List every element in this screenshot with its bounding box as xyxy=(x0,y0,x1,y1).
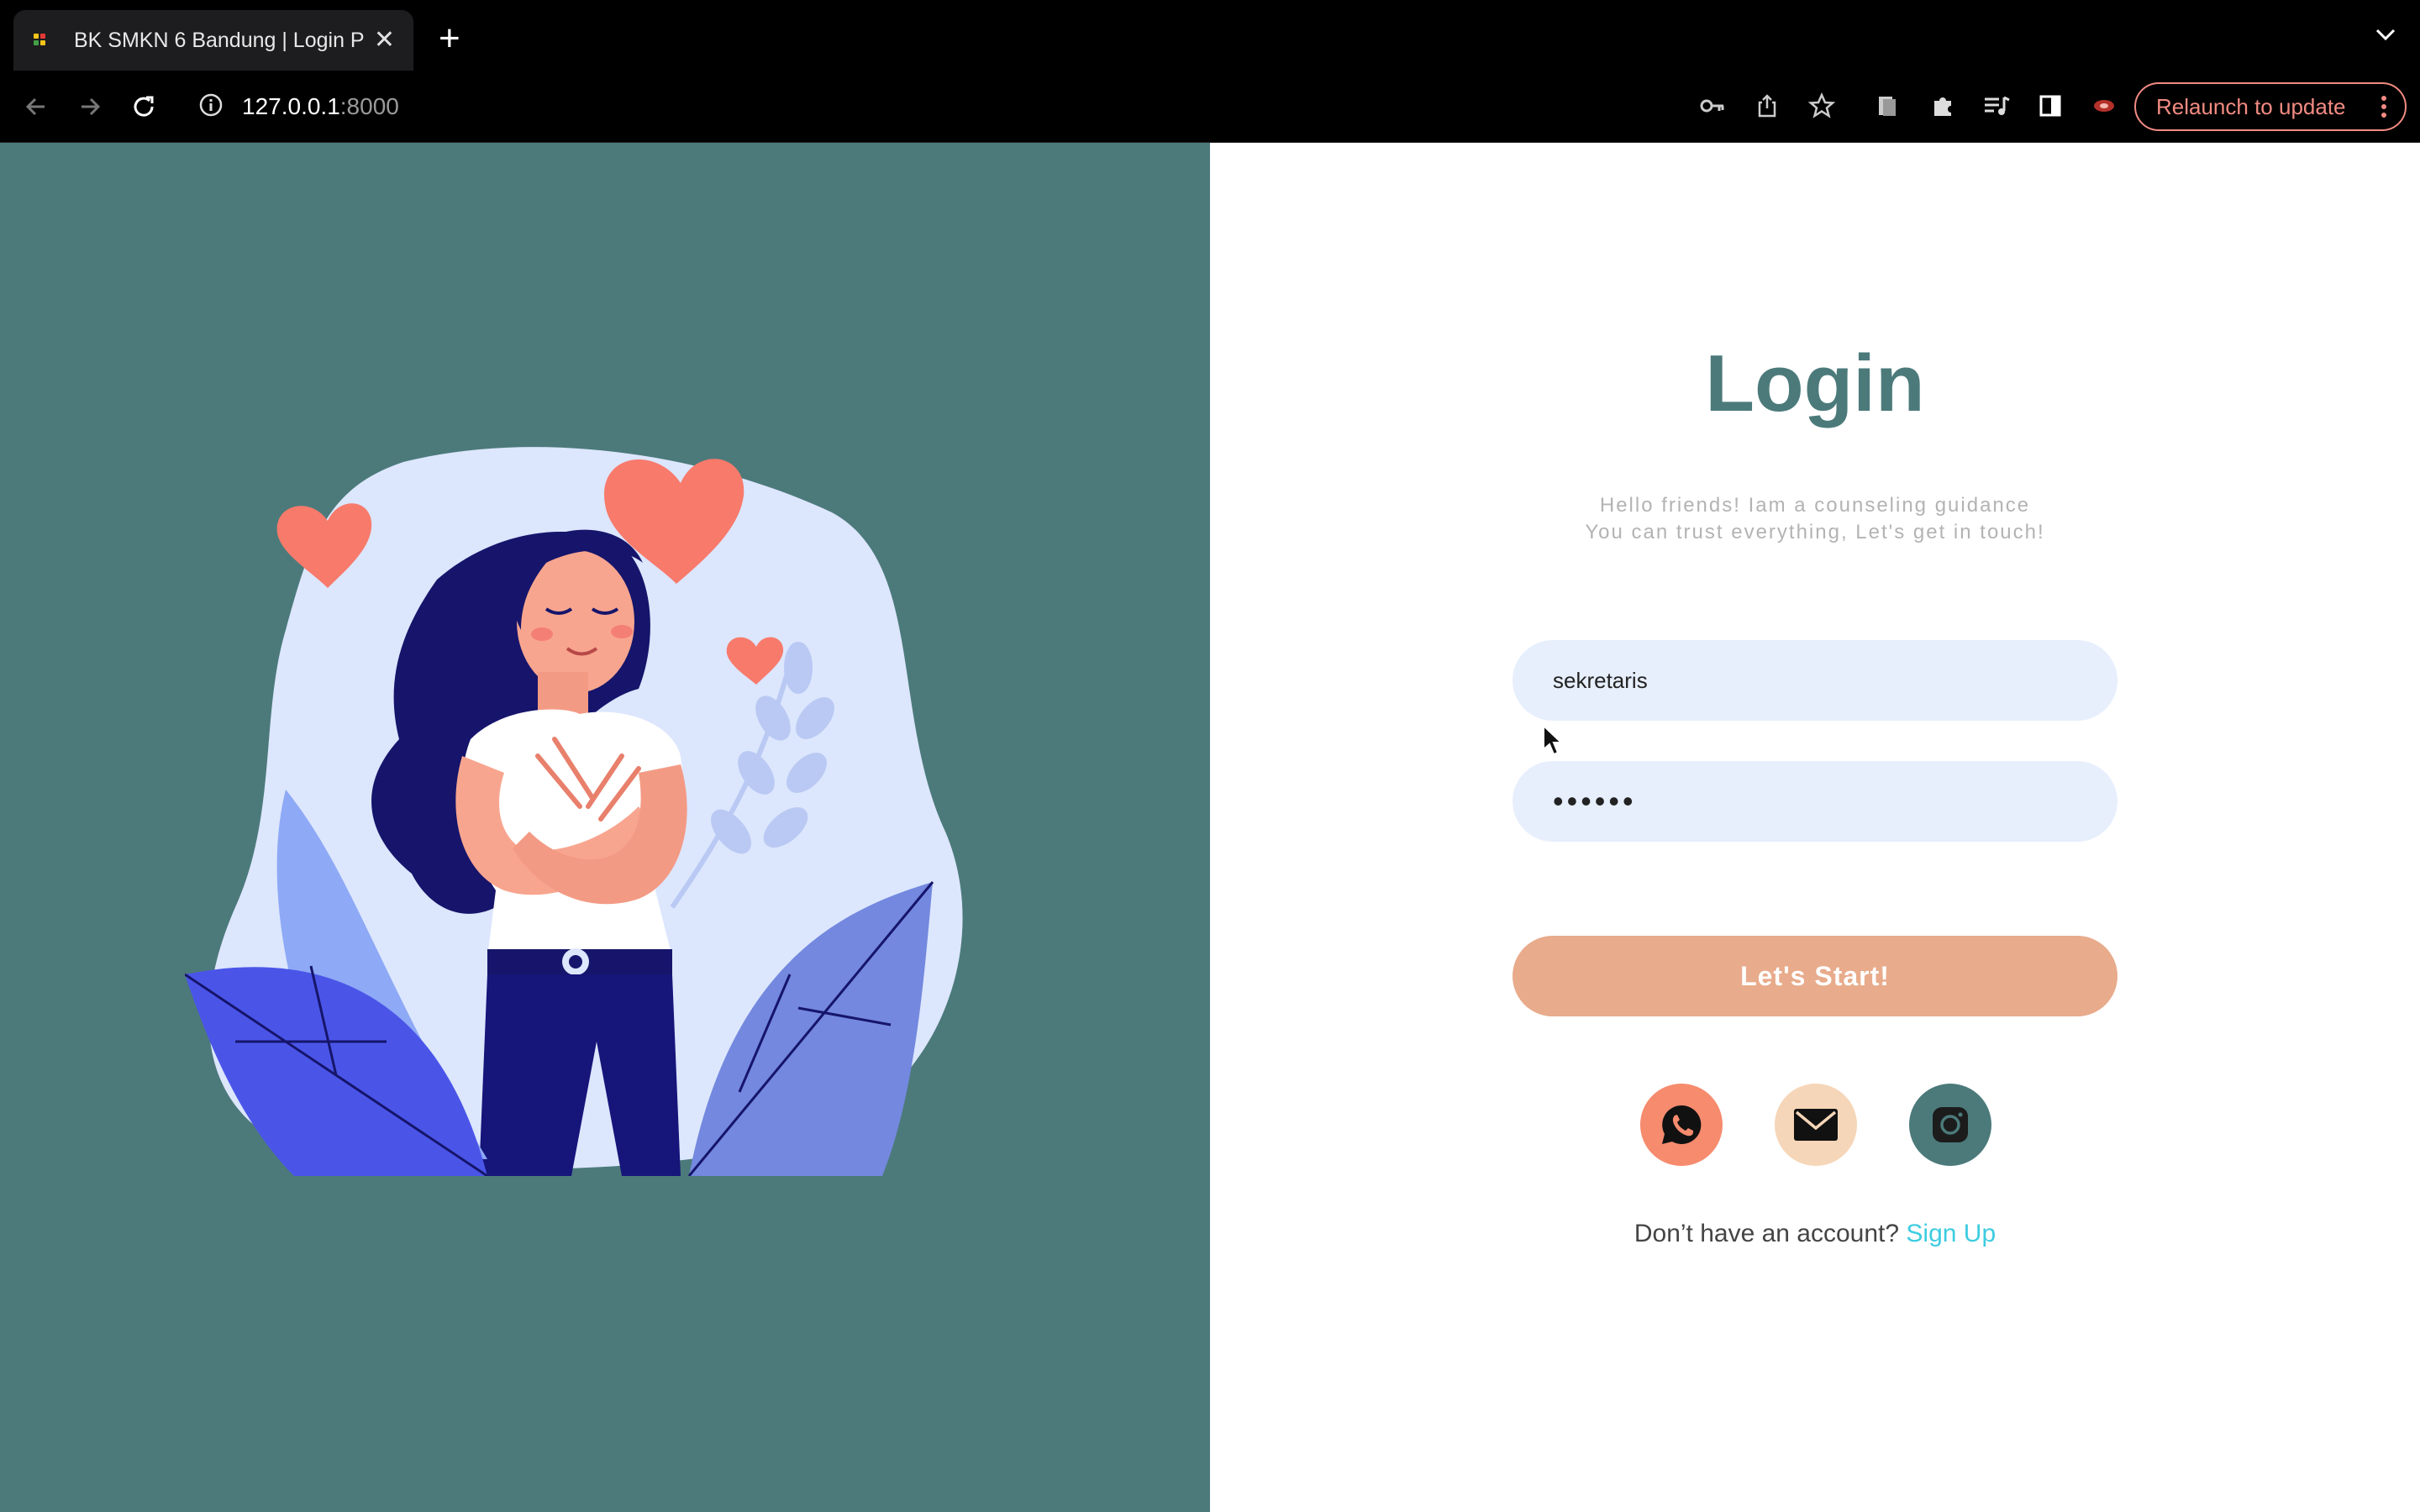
address-bar[interactable]: 127.0.0.1:8000 xyxy=(198,87,399,126)
subtitle-line-1: Hello friends! Iam a counseling guidance xyxy=(1599,494,2031,517)
browser-tab[interactable]: BK SMKN 6 Bandung | Login P ✕ xyxy=(13,10,413,71)
sidepanel-icon[interactable] xyxy=(2033,89,2067,123)
login-panel: Login Hello friends! Iam a counseling gu… xyxy=(1210,143,2420,1512)
media-icon[interactable] xyxy=(1980,89,2013,123)
extensions-icon[interactable] xyxy=(1926,89,1960,123)
relaunch-label: Relaunch to update xyxy=(2156,93,2346,119)
reading-list-icon[interactable] xyxy=(1870,89,1904,123)
mail-icon xyxy=(1794,1109,1838,1141)
email-button[interactable] xyxy=(1775,1084,1857,1166)
self-love-illustration xyxy=(185,447,963,1176)
mouse-cursor-icon xyxy=(1543,724,1564,756)
browser-tab-strip: BK SMKN 6 Bandung | Login P ✕ + xyxy=(0,0,2420,71)
url-text: 127.0.0.1:8000 xyxy=(242,93,399,119)
close-tab-icon[interactable]: ✕ xyxy=(374,28,395,53)
profile-icon[interactable] xyxy=(2087,89,2121,123)
reload-icon[interactable] xyxy=(126,89,161,124)
illustration-panel xyxy=(0,143,1210,1512)
share-icon[interactable] xyxy=(1750,89,1784,123)
login-subtitle: Hello friends! Iam a counseling guidance… xyxy=(1210,492,2420,546)
signup-prompt-text: Don’t have an account? xyxy=(1634,1220,1900,1247)
whatsapp-icon xyxy=(1662,1105,1702,1144)
site-favicon-icon xyxy=(32,30,52,50)
instagram-button[interactable] xyxy=(1909,1084,1991,1166)
key-icon[interactable] xyxy=(1696,89,1729,123)
username-input[interactable] xyxy=(1512,640,2118,721)
password-input[interactable] xyxy=(1512,761,2118,842)
signup-prompt: Don’t have an account? Sign Up xyxy=(1210,1220,2420,1248)
lets-start-button[interactable]: Let's Start! xyxy=(1512,936,2118,1016)
tab-search-chevron-icon[interactable] xyxy=(2375,27,2396,46)
instagram-icon xyxy=(1933,1107,1968,1142)
relaunch-button[interactable]: Relaunch to update xyxy=(2134,82,2407,131)
back-icon[interactable] xyxy=(18,89,54,124)
subtitle-line-2: You can trust everything, Let's get in t… xyxy=(1585,521,2045,543)
whatsapp-button[interactable] xyxy=(1640,1084,1723,1166)
new-tab-icon[interactable]: + xyxy=(439,20,460,57)
site-info-icon[interactable] xyxy=(198,92,224,122)
sign-up-link[interactable]: Sign Up xyxy=(1906,1220,1996,1247)
tab-title: BK SMKN 6 Bandung | Login P xyxy=(74,28,365,52)
browser-toolbar: 127.0.0.1:8000 Relaunch to update xyxy=(0,71,2420,143)
more-icon[interactable] xyxy=(2380,94,2388,125)
forward-icon[interactable] xyxy=(72,89,108,124)
page-title: Login xyxy=(1705,339,1925,428)
star-icon[interactable] xyxy=(1805,89,1839,123)
